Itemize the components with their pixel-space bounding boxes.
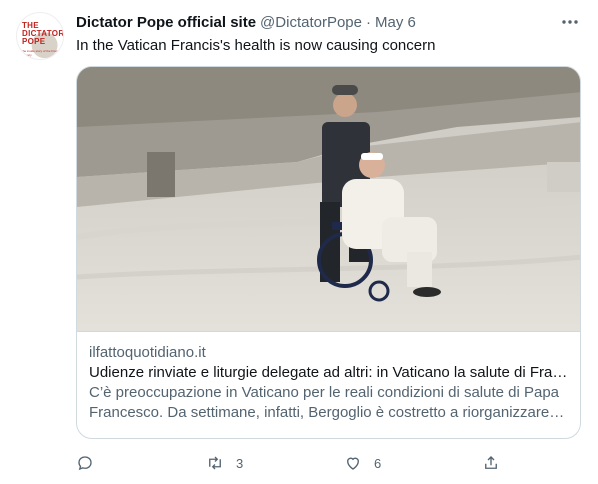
- author-name[interactable]: Dictator Pope official site: [76, 14, 256, 31]
- avatar-logo-text: THE DICTATOR POPE: [22, 21, 64, 46]
- link-card[interactable]: ilfattoquotidiano.it Udienze rinviate e …: [76, 66, 581, 439]
- more-icon[interactable]: [558, 14, 582, 30]
- share-icon: [485, 456, 497, 469]
- card-body: ilfattoquotidiano.it Udienze rinviate e …: [89, 343, 568, 423]
- retweet-icon: [209, 456, 221, 470]
- avatar-logo-subtitle: the inside story of the Francis papacy: [22, 49, 62, 57]
- reply-button[interactable]: [76, 452, 106, 474]
- like-button[interactable]: 6: [344, 452, 381, 474]
- separator-dot: ·: [366, 13, 371, 31]
- avatar[interactable]: THE DICTATOR POPE the inside story of th…: [16, 12, 64, 60]
- card-title: Udienze rinviate e liturgie delegate ad …: [89, 364, 568, 381]
- tweet-actions: 3 6: [76, 452, 506, 474]
- card-image: [77, 67, 580, 332]
- retweet-button[interactable]: 3: [206, 452, 243, 474]
- like-icon: [347, 457, 359, 470]
- author-handle[interactable]: @DictatorPope: [260, 14, 362, 31]
- share-button[interactable]: [482, 452, 512, 474]
- card-domain: ilfattoquotidiano.it: [89, 344, 206, 361]
- card-description: C’è preoccupazione in Vaticano per le re…: [89, 384, 566, 421]
- tweet-text: In the Vatican Francis's health is now c…: [76, 37, 436, 54]
- like-count: 6: [374, 455, 382, 471]
- reply-icon: [78, 456, 92, 471]
- tweet-date[interactable]: May 6: [375, 14, 416, 31]
- retweet-count: 3: [236, 455, 244, 471]
- tweet-header: Dictator Pope official site @DictatorPop…: [76, 12, 582, 32]
